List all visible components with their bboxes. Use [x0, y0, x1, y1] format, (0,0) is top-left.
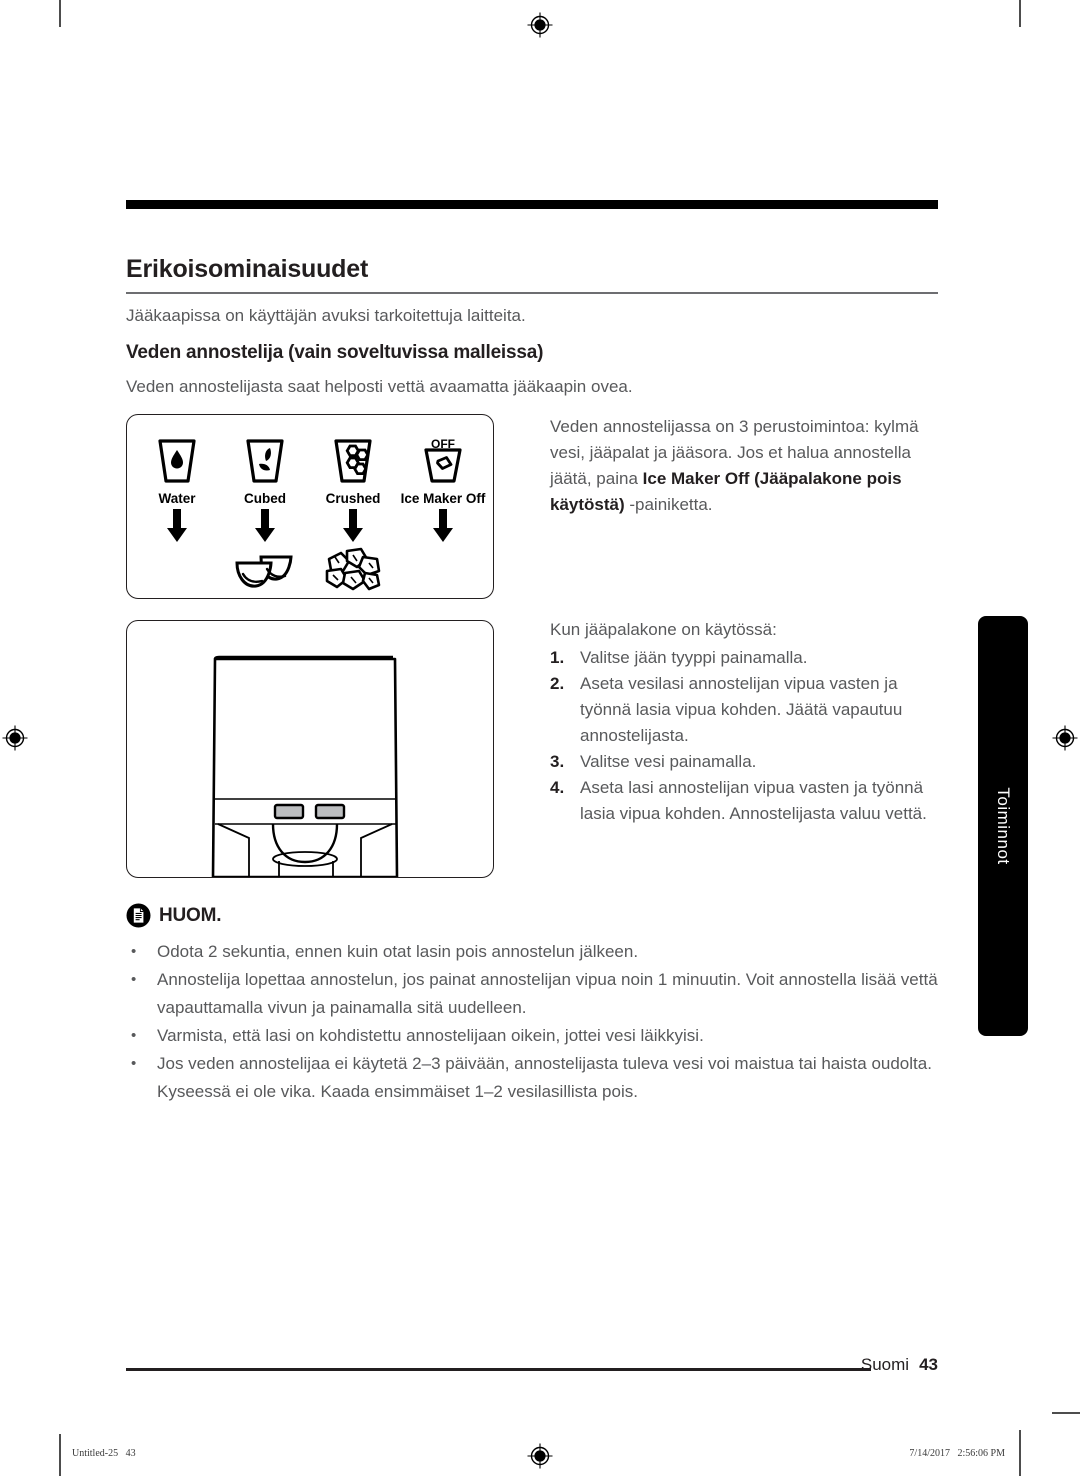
option-label-cubed: Cubed [244, 491, 286, 506]
list-item: • Varmista, että lasi on kohdistettu ann… [126, 1022, 938, 1050]
list-item: 1. Valitse jään tyyppi painamalla. [550, 645, 938, 671]
section-subtitle-text: Veden annostelijasta saat helposti vettä… [126, 377, 633, 396]
usage-steps-list: 1. Valitse jään tyyppi painamalla. 2. As… [550, 645, 938, 827]
page-title: Erikoisominaisuudet [126, 255, 369, 283]
note-document-icon [126, 903, 151, 928]
dispenser-button-left [273, 803, 305, 820]
note-label: HUOM. [159, 904, 222, 926]
crop-mark-bottom-right [1019, 1430, 1021, 1476]
step-text: Valitse vesi painamalla. [580, 752, 757, 771]
step-text: Aseta lasi annostelijan vipua vasten ja … [580, 778, 927, 823]
note-item-text: Annostelija lopettaa annostelun, jos pai… [157, 970, 938, 1017]
header-rule [126, 200, 938, 209]
crushed-ice-icon [307, 546, 399, 594]
note-block: HUOM. • Odota 2 sekuntia, ennen kuin ota… [126, 903, 938, 1106]
list-item: • Annostelija lopettaa annostelun, jos p… [126, 966, 938, 1022]
section-side-tab: Toiminnot [978, 616, 1028, 1036]
step-text: Aseta vesilasi annostelijan vipua vasten… [580, 674, 903, 745]
section-side-tab-label: Toiminnot [994, 787, 1013, 865]
crop-mark-top-right [1019, 0, 1021, 27]
crop-mark-right-middle [1052, 1412, 1080, 1414]
list-item: 3. Valitse vesi painamalla. [550, 749, 938, 775]
steps-intro-text: Kun jääpalakone on käytössä: [550, 620, 777, 639]
output-placeholder-water [131, 546, 223, 594]
arrow-down-icon-crushed [307, 506, 399, 546]
output-placeholder-ice-maker-off [395, 546, 491, 594]
dispenser-description-paragraph: Veden annostelijassa on 3 perustoimintoa… [550, 414, 938, 518]
intro-text: Jääkaapissa on käyttäjän avuksi tarkoite… [126, 306, 526, 325]
bullet-icon: • [131, 1055, 137, 1072]
option-label-ice-maker-off: Ice Maker Off [400, 491, 486, 506]
step-number: 4. [550, 778, 565, 797]
footer-rule [126, 1368, 871, 1371]
arrow-down-icon-cubed [219, 506, 311, 546]
option-column-water: Water [131, 429, 223, 594]
dispenser-button-right [314, 803, 346, 820]
step-number: 3. [550, 752, 565, 771]
note-header: HUOM. [126, 903, 938, 928]
note-bullet-list: • Odota 2 sekuntia, ennen kuin otat lasi… [126, 938, 938, 1106]
water-dispenser-illustration [126, 620, 494, 878]
steps-intro: Kun jääpalakone on käytössä: [550, 617, 938, 643]
note-item-text: Jos veden annostelijaa ei käytetä 2–3 pä… [157, 1054, 932, 1101]
bullet-icon: • [131, 943, 137, 960]
bullet-icon: • [131, 971, 137, 988]
cubed-ice-glass-icon [219, 429, 311, 487]
step-number: 2. [550, 674, 565, 693]
page-number: 43 [919, 1355, 938, 1374]
desc-part-3: -painiketta. [624, 495, 713, 514]
desc-bold-ice-maker-off: Ice Maker Off [642, 469, 750, 488]
footer-language: Suomi [860, 1355, 910, 1374]
step-number: 1. [550, 648, 565, 667]
page-content: Erikoisominaisuudet Jääkaapissa on käytt… [126, 0, 938, 1476]
bullet-icon: • [131, 1027, 137, 1044]
print-slug-right: 7/14/2017 2:56:06 PM [909, 1448, 1005, 1459]
list-item: 4. Aseta lasi annostelijan vipua vasten … [550, 775, 938, 827]
dispenser-description: Veden annostelijassa on 3 perustoimintoa… [550, 414, 938, 518]
list-item: • Odota 2 sekuntia, ennen kuin otat lasi… [126, 938, 938, 966]
option-column-ice-maker-off: OFF Ice Maker Off [395, 429, 491, 594]
step-text: Valitse jään tyyppi painamalla. [580, 648, 808, 667]
crop-mark-bottom-left [59, 1434, 61, 1476]
registration-mark-left [2, 725, 28, 751]
footer-label: Suomi 43 [861, 1355, 938, 1375]
page-title-underline [126, 292, 938, 294]
note-item-text: Varmista, että lasi on kohdistettu annos… [157, 1026, 704, 1045]
water-glass-icon [131, 429, 223, 487]
print-slug-left: Untitled-25 43 [72, 1448, 136, 1459]
registration-mark-right [1052, 725, 1078, 751]
option-label-water: Water [158, 491, 196, 506]
dispenser-options-figure: Water Cubed Crushed OFF Ice Maker Off [126, 414, 494, 599]
document-page: Toiminnot Erikoisominaisuudet Jääkaapiss… [0, 0, 1080, 1476]
list-item: • Jos veden annostelijaa ei käytetä 2–3 … [126, 1050, 938, 1106]
arrow-down-icon-ice-maker-off [395, 506, 491, 546]
option-column-cubed: Cubed [219, 429, 311, 594]
option-label-crushed: Crushed [325, 491, 381, 506]
arrow-down-icon-water [131, 506, 223, 546]
note-item-text: Odota 2 sekuntia, ennen kuin otat lasin … [157, 942, 639, 961]
section-subtitle: Veden annostelija (vain soveltuvissa mal… [126, 342, 544, 363]
list-item: 2. Aseta vesilasi annostelijan vipua vas… [550, 671, 938, 749]
crop-mark-top-left [59, 0, 61, 27]
option-column-crushed: Crushed [307, 429, 399, 594]
ice-maker-off-glass-icon: OFF [395, 429, 491, 487]
crushed-ice-glass-icon [307, 429, 399, 487]
ice-cubes-icon [219, 546, 311, 594]
